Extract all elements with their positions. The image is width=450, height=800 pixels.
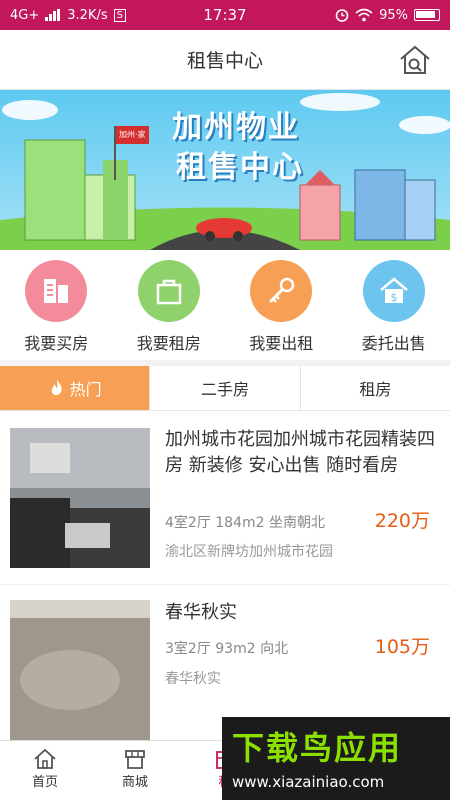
battery-icon	[413, 9, 440, 21]
network-speed: 3.2K/s	[67, 7, 108, 23]
network-type: 4G+	[10, 7, 40, 23]
wifi-icon	[355, 8, 373, 22]
tab-label: 热门	[69, 380, 102, 399]
quick-action-label: 我要租房	[136, 334, 201, 353]
nav-shop[interactable]: 商城	[90, 741, 180, 800]
battery-percent: 95%	[379, 7, 408, 23]
nav-label: 商城	[121, 775, 148, 790]
listing-price: 220万	[374, 510, 430, 532]
quick-action-label: 我要出租	[249, 334, 314, 353]
buy-document-icon	[44, 279, 69, 303]
listing-title: 春华秋实	[165, 602, 237, 623]
quick-action-buy[interactable]: 我要买房	[0, 250, 113, 360]
quick-action-circle: $	[362, 260, 425, 322]
nav-home[interactable]: 首页	[0, 741, 90, 800]
listing-info: 春华秋实	[165, 600, 435, 626]
banner-headline-1: 加州物业	[172, 110, 300, 145]
listing-address: 春华秋实	[165, 671, 221, 687]
listing-tabs: 热门 二手房 租房	[0, 366, 450, 411]
listing-title: 加州城市花园加州城市花园精装四房 新装修 安心出售 随时看房	[165, 429, 435, 476]
watermark-url: www.xiazainiao.com	[232, 773, 385, 791]
quick-action-label: 我要买房	[24, 334, 89, 353]
nav-label: 首页	[31, 775, 58, 790]
listing-price: 105万	[374, 636, 430, 658]
clock: 17:37	[203, 6, 247, 24]
app-header: 租售中心	[0, 30, 450, 90]
house-money-icon: $	[379, 277, 408, 304]
quick-action-circle	[25, 260, 88, 322]
svg-text:$: $	[390, 291, 397, 304]
quick-action-lease-out[interactable]: 我要出租	[225, 250, 338, 360]
tab-label: 二手房	[200, 380, 249, 399]
tab-hot[interactable]: 热门	[0, 366, 151, 410]
home-icon	[34, 748, 56, 769]
quick-action-circle	[250, 260, 313, 322]
watermark: 下载鸟应用 www.xiazainiao.com	[222, 717, 450, 800]
promo-banner[interactable]: 加州·家 加州物业 租售中心	[0, 90, 450, 250]
listing-address: 渝北区新牌坊加州城市花园	[165, 544, 333, 560]
signal-icon	[45, 9, 61, 21]
listing-photo	[10, 600, 150, 740]
tab-label: 租房	[359, 380, 392, 399]
quick-action-rent[interactable]: 我要租房	[113, 250, 226, 360]
listing-info: 加州城市花园加州城市花园精装四房 新装修 安心出售 随时看房	[165, 427, 435, 479]
tab-second-hand[interactable]: 二手房	[150, 366, 301, 410]
quick-action-label: 委托出售	[361, 334, 426, 353]
alarm-icon	[335, 9, 349, 22]
watermark-name: 下载鸟应用	[232, 729, 403, 767]
listing-specs: 3室2厅 93m2 向北	[165, 641, 289, 657]
quick-actions: 我要买房 我要租房 我要出租 $ 委托出售	[0, 250, 450, 360]
listing-item[interactable]: 加州城市花园加州城市花园精装四房 新装修 安心出售 随时看房 4室2厅 184m…	[0, 411, 450, 585]
listing-photo	[10, 428, 150, 568]
listing-specs: 4室2厅 184m2 坐南朝北	[165, 515, 325, 531]
quick-action-circle	[137, 260, 200, 322]
key-icon	[269, 277, 295, 304]
status-bar: 4G+ 3.2K/s S 17:37 95%	[0, 0, 450, 30]
rent-bag-icon	[156, 279, 181, 305]
home-search-icon[interactable]	[398, 43, 432, 77]
s-icon: S	[113, 8, 126, 22]
shop-icon	[125, 750, 145, 769]
page-title: 租售中心	[186, 50, 263, 72]
tab-rent[interactable]: 租房	[301, 366, 450, 410]
flame-icon	[51, 380, 62, 395]
banner-headline-2: 租售中心	[176, 150, 304, 185]
banner-flag-text: 加州·家	[119, 130, 146, 139]
quick-action-entrust-sale[interactable]: $ 委托出售	[338, 250, 450, 360]
